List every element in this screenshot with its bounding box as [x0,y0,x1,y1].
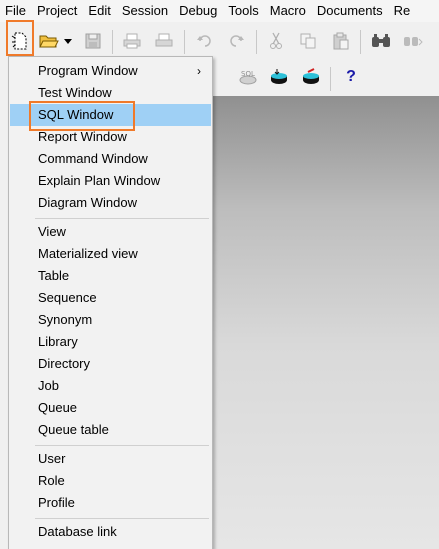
menu-reports[interactable]: Re [388,0,416,22]
cut-icon[interactable] [265,30,287,52]
menu-item-program-window[interactable]: Program Window › [10,60,211,82]
menu-separator [35,445,209,446]
menu-edit[interactable]: Edit [82,0,115,22]
menu-item-library[interactable]: Library [10,331,211,353]
dropdown-arrow-icon[interactable] [61,30,75,52]
toolbar-separator [360,30,361,54]
menu-item-synonym[interactable]: Synonym [10,309,211,331]
menu-item-queue[interactable]: Queue [10,397,211,419]
toolbar-separator [330,67,331,91]
paste-icon[interactable] [330,30,352,52]
menu-item-view[interactable]: View [10,221,211,243]
menu-item-explain-plan-window[interactable]: Explain Plan Window [10,170,211,192]
find-icon[interactable] [370,30,392,52]
menu-file[interactable]: File [0,0,31,22]
menu-item-directory[interactable]: Directory [10,353,211,375]
menu-item-diagram-window[interactable]: Diagram Window [10,192,211,214]
submenu-arrow-icon: › [197,64,201,78]
workspace-area [210,96,439,549]
find-next-icon[interactable] [402,30,424,52]
copy-icon[interactable] [297,30,319,52]
menu-item-profile[interactable]: Profile [10,492,211,514]
svg-text:SQL: SQL [241,70,255,78]
toolbar-separator [184,30,185,54]
sql-window-highlight [29,101,135,131]
menu-item-label: Program Window [38,63,138,78]
redo-icon[interactable] [225,30,247,52]
menu-item-command-window[interactable]: Command Window [10,148,211,170]
menu-separator [35,218,209,219]
menu-item-job[interactable]: Job [10,375,211,397]
menu-macro[interactable]: Macro [264,0,311,22]
menu-item-queue-table[interactable]: Queue table [10,419,211,441]
toolbar-separator [256,30,257,54]
new-icon[interactable] [9,30,31,52]
menu-item-role[interactable]: Role [10,470,211,492]
undo-icon[interactable] [194,30,216,52]
help-icon[interactable]: ? [340,66,362,88]
menu-debug[interactable]: Debug [173,0,222,22]
menu-session[interactable]: Session [116,0,173,22]
menu-tools[interactable]: Tools [222,0,263,22]
toolbar-separator [112,30,113,54]
menu-separator [35,518,209,519]
menu-project[interactable]: Project [31,0,82,22]
save-icon[interactable] [82,30,104,52]
print-icon[interactable] [121,30,143,52]
menu-item-table[interactable]: Table [10,265,211,287]
open-folder-icon[interactable] [38,30,60,52]
commit-icon[interactable] [268,66,290,88]
menu-item-sequence[interactable]: Sequence [10,287,211,309]
menu-bar: File Project Edit Session Debug Tools Ma… [0,0,439,22]
menu-item-database-link[interactable]: Database link [10,521,211,543]
menu-item-materialized-view[interactable]: Materialized view [10,243,211,265]
menu-documents[interactable]: Documents [311,0,388,22]
print-preview-icon[interactable] [153,30,175,52]
rollback-icon[interactable] [300,66,322,88]
sql-stop-icon[interactable]: SQL [237,66,259,88]
menu-item-user[interactable]: User [10,448,211,470]
